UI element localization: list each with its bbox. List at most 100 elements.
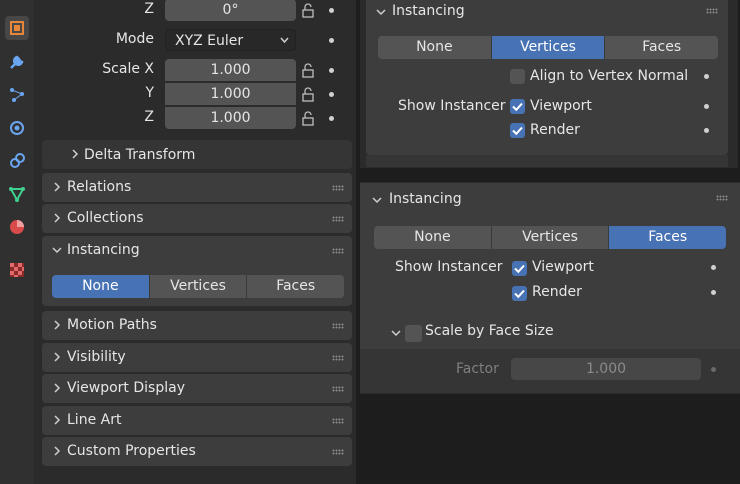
rotation-mode-dropdown[interactable]: XYZ Euler <box>165 29 296 51</box>
keyframe-dot[interactable] <box>704 128 709 133</box>
drag-handle-icon[interactable] <box>332 185 344 191</box>
instancing-vertices-panel-header[interactable]: Instancing <box>370 0 726 26</box>
instancing-faces-panel-header[interactable]: Instancing <box>362 186 736 214</box>
keyframe-dot[interactable] <box>329 116 334 121</box>
lock-icon[interactable] <box>300 63 316 79</box>
physics-icon[interactable] <box>5 116 29 140</box>
drag-handle-icon[interactable] <box>332 323 344 329</box>
rotation-z-label: Z <box>144 1 154 17</box>
instancing-none-option[interactable]: None <box>52 275 150 298</box>
keyframe-dot[interactable] <box>329 8 334 13</box>
keyframe-dot[interactable] <box>704 74 709 79</box>
rotation-mode-value: XYZ Euler <box>175 33 244 49</box>
relations-panel-header[interactable]: Relations <box>42 173 352 202</box>
drag-handle-icon[interactable] <box>332 386 344 392</box>
lock-icon[interactable] <box>300 111 316 127</box>
keyframe-dot[interactable] <box>329 38 334 43</box>
chevron-down-icon <box>391 330 401 337</box>
scale-y-field[interactable]: 1.000 <box>165 83 296 105</box>
clipped-subpanel-edge <box>366 155 728 167</box>
delta-transform-label: Delta Transform <box>84 147 196 163</box>
delta-transform-subpanel[interactable]: Delta Transform <box>42 140 352 169</box>
render-checkbox[interactable] <box>512 286 527 301</box>
drag-handle-icon[interactable] <box>716 195 728 201</box>
viewport-label: Viewport <box>530 98 592 114</box>
scale-x-field[interactable]: 1.000 <box>165 59 296 81</box>
drag-handle-icon[interactable] <box>706 8 718 14</box>
instancing-vertices-option[interactable]: Vertices <box>491 36 606 59</box>
lock-icon[interactable] <box>300 3 316 19</box>
collections-panel-title: Collections <box>67 210 144 226</box>
keyframe-dot[interactable] <box>711 290 716 295</box>
scale-z-field[interactable]: 1.000 <box>165 107 296 129</box>
texture-checker-icon[interactable] <box>5 258 29 282</box>
checkmark-icon <box>514 264 525 274</box>
constraints-icon[interactable] <box>5 149 29 173</box>
drag-handle-icon[interactable] <box>332 449 344 455</box>
motion-paths-panel-header[interactable]: Motion Paths <box>42 311 352 340</box>
instancing-faces-option[interactable]: Faces <box>609 226 726 249</box>
checkmark-icon <box>514 289 525 299</box>
scale-z-label: Z <box>144 109 154 125</box>
scale-by-face-size-subpanel-header[interactable]: Scale by Face Size <box>360 318 740 348</box>
custom-properties-panel-header[interactable]: Custom Properties <box>42 437 352 466</box>
drag-handle-icon[interactable] <box>332 355 344 361</box>
render-label: Render <box>530 122 580 138</box>
chevron-right-icon <box>54 213 61 223</box>
render-checkbox[interactable] <box>510 123 525 138</box>
viewport-display-panel-title: Viewport Display <box>67 380 185 396</box>
material-icon[interactable] <box>5 215 29 239</box>
chevron-down-icon <box>376 9 386 16</box>
particles-icon[interactable] <box>5 83 29 107</box>
modifier-wrench-icon[interactable] <box>5 50 29 74</box>
instancing-mode-selector: None Vertices Faces <box>378 36 718 59</box>
instancing-vertices-option[interactable]: Vertices <box>149 275 248 298</box>
checkmark-icon <box>512 126 523 136</box>
object-icon[interactable] <box>5 16 29 40</box>
viewport-checkbox[interactable] <box>512 261 527 276</box>
chevron-right-icon <box>54 415 61 425</box>
instancing-none-option[interactable]: None <box>374 226 492 249</box>
instancing-faces-option[interactable]: Faces <box>605 36 718 59</box>
align-to-vertex-normal-checkbox[interactable] <box>510 69 525 84</box>
chevron-right-icon <box>54 446 61 456</box>
viewport-checkbox[interactable] <box>510 99 525 114</box>
instancing-faces-option[interactable]: Faces <box>247 275 344 298</box>
instancing-panel-header[interactable]: Instancing <box>42 236 352 265</box>
chevron-down-icon <box>280 37 289 44</box>
drag-handle-icon[interactable] <box>332 248 344 254</box>
keyframe-dot[interactable] <box>704 104 709 109</box>
factor-field[interactable]: 1.000 <box>511 358 701 380</box>
checkmark-icon <box>512 102 523 112</box>
rotation-mode-label: Mode <box>115 31 154 47</box>
collections-panel-header[interactable]: Collections <box>42 204 352 233</box>
render-label: Render <box>532 284 582 300</box>
chevron-right-icon <box>54 320 61 330</box>
instancing-panel-title: Instancing <box>392 3 465 19</box>
rotation-z-field[interactable]: 0° <box>165 0 296 21</box>
instancing-vertices-option[interactable]: Vertices <box>491 226 610 249</box>
instancing-mode-selector: None Vertices Faces <box>52 275 344 298</box>
drag-handle-icon[interactable] <box>332 418 344 424</box>
keyframe-dot[interactable] <box>711 265 716 270</box>
properties-tab-strip <box>0 0 34 484</box>
scale-by-face-size-label: Scale by Face Size <box>425 323 554 339</box>
instancing-mode-selector: None Vertices Faces <box>374 226 726 249</box>
visibility-panel-header[interactable]: Visibility <box>42 343 352 372</box>
scale-by-face-size-checkbox[interactable] <box>405 325 422 342</box>
scale-y-label: Y <box>145 85 154 101</box>
lock-icon[interactable] <box>300 87 316 103</box>
keyframe-dot[interactable] <box>329 68 334 73</box>
factor-label: Factor <box>456 361 499 377</box>
keyframe-dot[interactable] <box>711 367 716 372</box>
visibility-panel-title: Visibility <box>67 349 126 365</box>
instancing-none-option[interactable]: None <box>378 36 492 59</box>
object-data-mesh-icon[interactable] <box>5 182 29 206</box>
keyframe-dot[interactable] <box>329 92 334 97</box>
custom-properties-panel-title: Custom Properties <box>67 443 196 459</box>
viewport-display-panel-header[interactable]: Viewport Display <box>42 374 352 403</box>
chevron-down-icon <box>52 247 62 254</box>
relations-panel-title: Relations <box>67 179 132 195</box>
drag-handle-icon[interactable] <box>332 216 344 222</box>
line-art-panel-header[interactable]: Line Art <box>42 406 352 435</box>
